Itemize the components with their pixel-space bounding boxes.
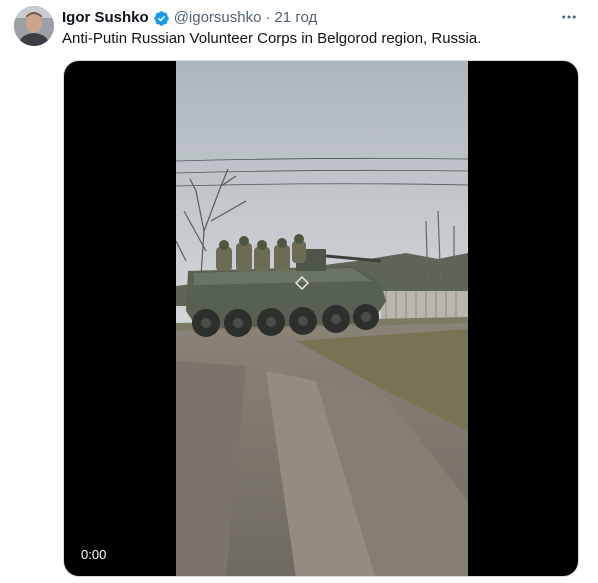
author-name[interactable]: Igor Sushko — [62, 8, 149, 28]
verified-badge-icon — [153, 10, 170, 27]
video-frame — [176, 61, 468, 576]
tweet-header: Igor Sushko @igorsushko · 21 год — [62, 8, 317, 28]
video-player[interactable]: 0:00 — [63, 60, 579, 577]
video-timestamp: 0:00 — [81, 547, 107, 562]
author-handle[interactable]: @igorsushko — [174, 8, 262, 28]
more-options-icon[interactable] — [558, 6, 580, 28]
avatar[interactable] — [14, 6, 54, 46]
tweet-card: Igor Sushko @igorsushko · 21 год Anti-Pu… — [0, 0, 598, 583]
tweet-text: Anti-Putin Russian Volunteer Corps in Be… — [62, 30, 482, 47]
header-separator: · — [265, 9, 271, 26]
tweet-time[interactable]: 21 год — [274, 8, 317, 28]
